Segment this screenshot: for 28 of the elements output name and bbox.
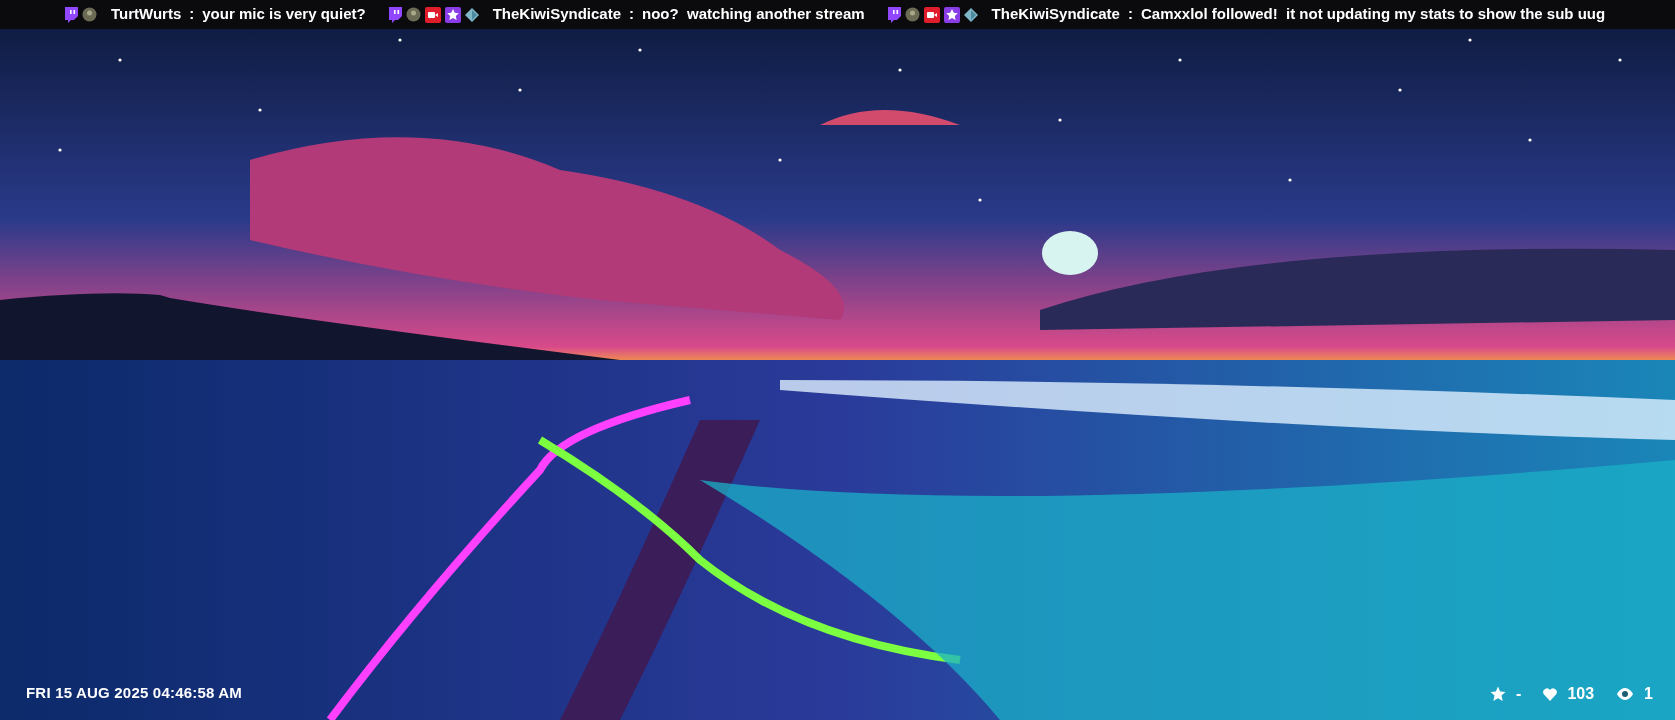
heart-icon xyxy=(1543,687,1558,701)
chat-message: noo? watching another stream xyxy=(642,4,865,25)
chat-separator: : xyxy=(629,4,635,25)
chat-message: your mic is very quiet? xyxy=(202,4,366,25)
avatar-icon xyxy=(82,7,97,22)
chat-icon xyxy=(64,6,78,23)
stat-count: 1 xyxy=(1644,684,1653,704)
chat-separator: : xyxy=(189,4,195,25)
date-time: FRI 15 AUG 2025 04:46:58 AM xyxy=(26,682,243,703)
diamond-icon xyxy=(963,7,978,22)
stat-count: - xyxy=(1516,684,1522,704)
chat-icon xyxy=(387,6,402,23)
star-icon xyxy=(943,6,960,23)
camera-icon xyxy=(923,6,940,23)
chat-separator: : xyxy=(1127,4,1133,25)
chat-message: Camxxlol followed! it not updating my stats to show the sub uug xyxy=(1140,4,1606,25)
chat-icon xyxy=(886,6,901,23)
eye-icon xyxy=(1616,688,1635,700)
star-icon xyxy=(1490,686,1507,702)
diamond-icon xyxy=(464,7,479,22)
star-icon xyxy=(444,6,461,23)
chat-username: TurtWurts xyxy=(111,4,182,25)
chat-username: TheKiwiSyndicate xyxy=(492,4,622,25)
chat-username: TheKiwiSyndicate xyxy=(991,4,1120,25)
avatar-icon xyxy=(405,7,421,22)
stat-count: 103 xyxy=(1567,684,1595,704)
camera-icon xyxy=(424,6,441,23)
avatar-icon xyxy=(904,7,920,22)
